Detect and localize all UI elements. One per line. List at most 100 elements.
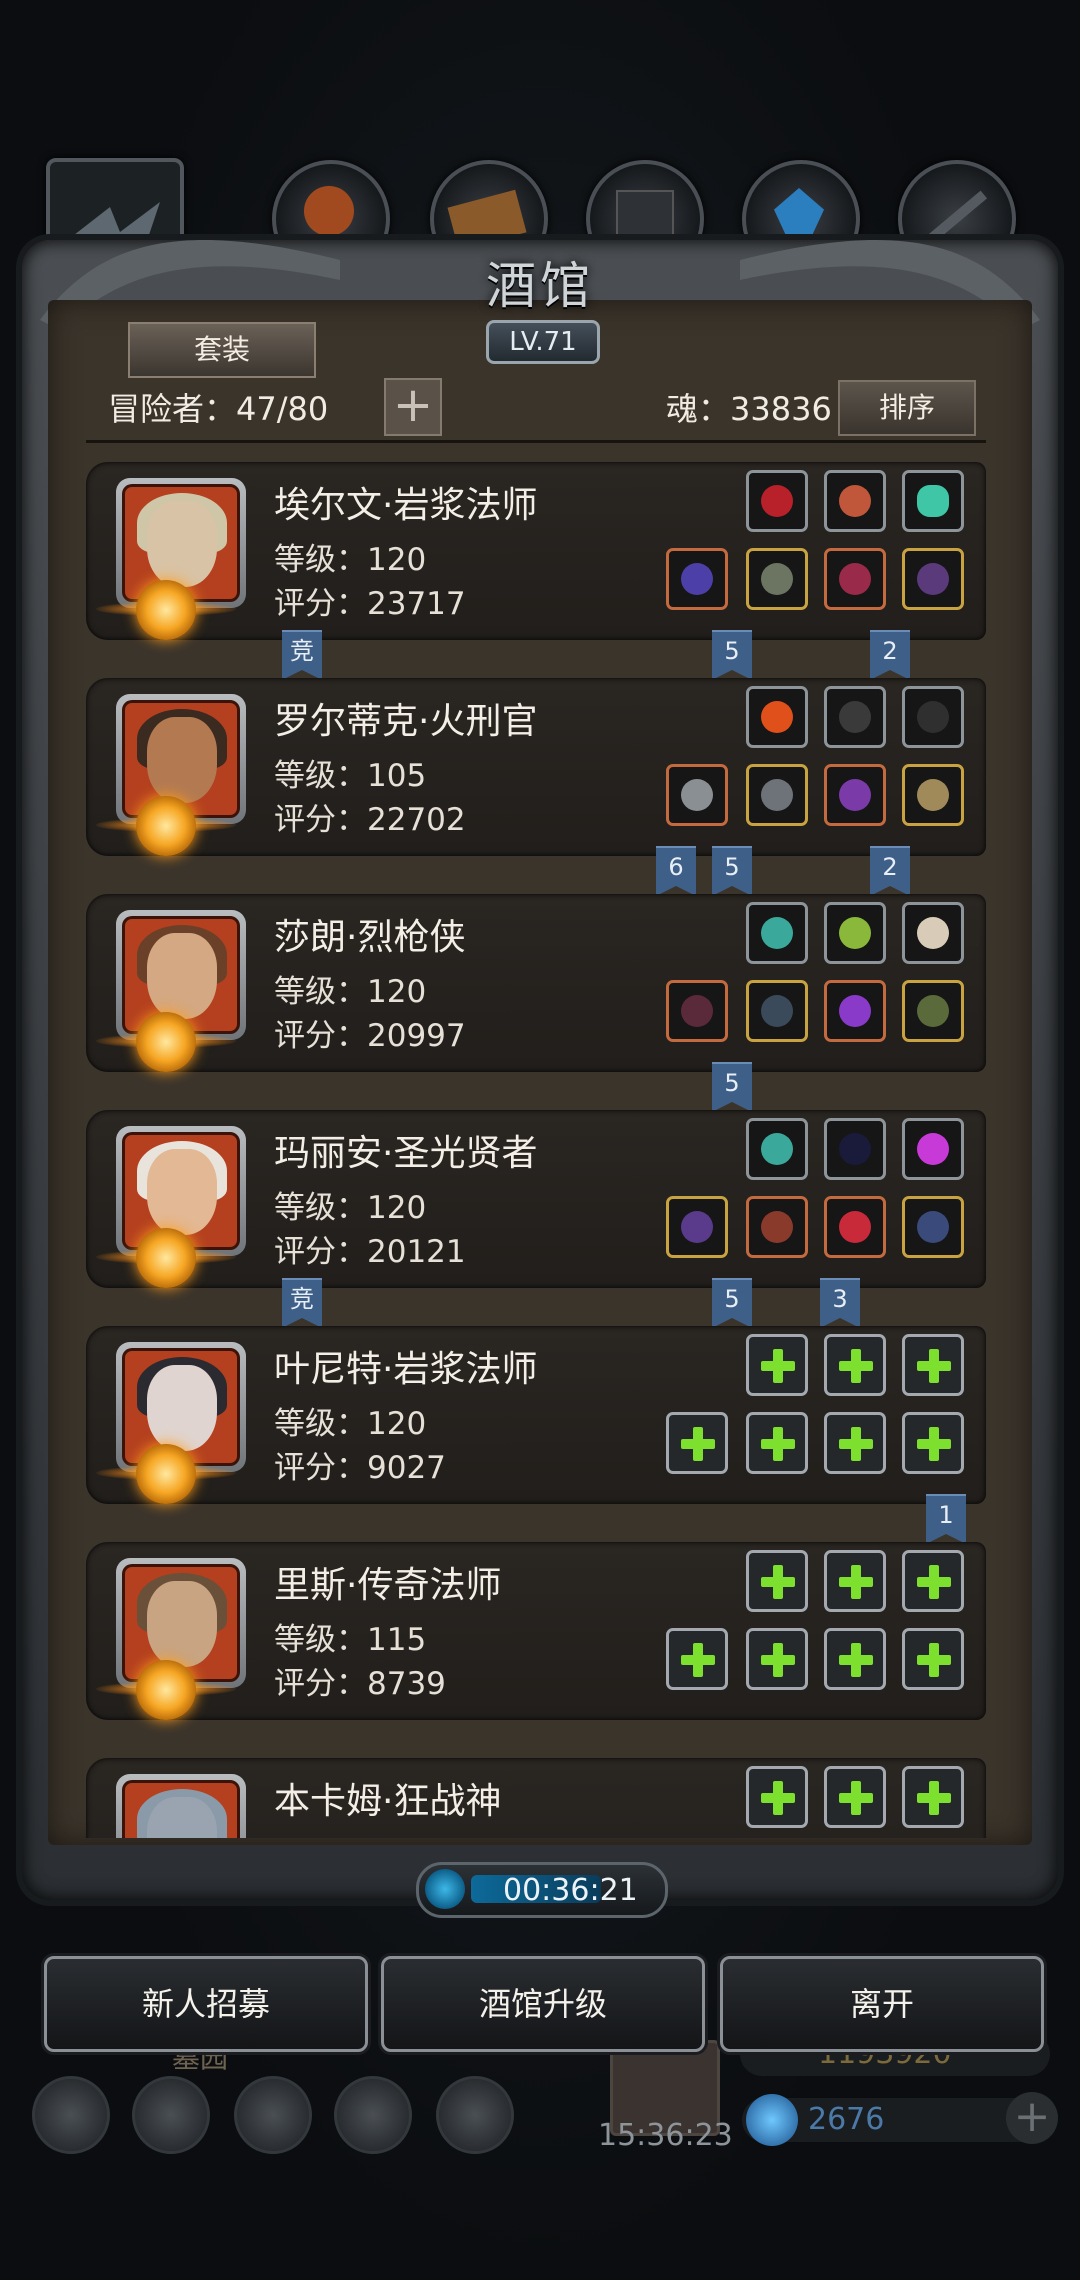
- rank-emblem-icon: [136, 796, 196, 856]
- mail-icon[interactable]: [334, 2076, 412, 2154]
- status-flag: 竞: [282, 630, 322, 680]
- bag-icon[interactable]: [436, 2076, 514, 2154]
- accessory-slot-2[interactable]: [824, 902, 886, 964]
- add-amulet-slot[interactable]: [824, 1412, 886, 1474]
- add-accessory-slot[interactable]: [746, 1334, 808, 1396]
- status-flag: 5: [712, 1278, 752, 1328]
- hero-score: 评分：20997: [274, 1018, 466, 1054]
- page-title: 酒馆: [486, 257, 594, 315]
- accessory-slot-1[interactable]: [746, 686, 808, 748]
- timer-text: 00:36:21: [503, 1873, 638, 1908]
- sort-button[interactable]: 排序: [838, 380, 976, 436]
- hero-card[interactable]: 里斯·传奇法师 等级：115 评分：8739: [86, 1542, 986, 1720]
- recruit-button[interactable]: 新人招募: [44, 1956, 368, 2052]
- tavern-level-badge: LV.71: [486, 320, 600, 364]
- divider: [86, 440, 986, 443]
- add-weapon-slot[interactable]: [666, 1412, 728, 1474]
- gem-icon: [746, 2094, 798, 2146]
- ring-slot[interactable]: [902, 980, 964, 1042]
- rank-emblem-icon: [136, 1012, 196, 1072]
- status-flag: 2: [870, 846, 910, 896]
- hero-score: 评分：23717: [274, 586, 466, 622]
- hero-card[interactable]: 埃尔文·岩浆法师 等级：120 评分：23717: [86, 462, 986, 640]
- clock-icon: [425, 1869, 465, 1909]
- accessory-slot-1[interactable]: [746, 1118, 808, 1180]
- weapon-slot[interactable]: [666, 764, 728, 826]
- add-armor-slot[interactable]: [746, 1628, 808, 1690]
- add-accessory-slot[interactable]: [902, 1766, 964, 1828]
- add-gem-button[interactable]: +: [1006, 2092, 1058, 2144]
- armor-slot[interactable]: [746, 548, 808, 610]
- hero-level: 等级：120: [274, 974, 427, 1010]
- accessory-slot-3[interactable]: [902, 902, 964, 964]
- star-icon[interactable]: [132, 2076, 210, 2154]
- amulet-slot[interactable]: [824, 1196, 886, 1258]
- rank-emblem-icon: [136, 1660, 196, 1720]
- accessory-slot-2[interactable]: [824, 686, 886, 748]
- weapon-slot[interactable]: [666, 1196, 728, 1258]
- accessory-slot-3[interactable]: [902, 686, 964, 748]
- settings-icon[interactable]: [32, 2076, 110, 2154]
- ring-slot[interactable]: [902, 1196, 964, 1258]
- ring-slot[interactable]: [902, 548, 964, 610]
- hero-portrait[interactable]: [116, 1774, 246, 1838]
- armor-slot[interactable]: [746, 980, 808, 1042]
- hero-name: 本卡姆·狂战神: [274, 1781, 502, 1822]
- add-ring-slot[interactable]: [902, 1628, 964, 1690]
- add-amulet-slot[interactable]: [824, 1628, 886, 1690]
- accessory-slot-2[interactable]: [824, 1118, 886, 1180]
- adventurer-count: 冒险者：47/80: [108, 390, 329, 428]
- add-accessory-slot[interactable]: [824, 1550, 886, 1612]
- leave-button[interactable]: 离开: [720, 1956, 1044, 2052]
- accessory-slot-3[interactable]: [902, 1118, 964, 1180]
- hero-level: 等级：115: [274, 1622, 427, 1658]
- accessory-slot-1[interactable]: [746, 902, 808, 964]
- accessory-slot-3[interactable]: [902, 470, 964, 532]
- hero-level: 等级：120: [274, 1406, 427, 1442]
- add-accessory-slot[interactable]: [824, 1334, 886, 1396]
- add-accessory-slot[interactable]: [746, 1766, 808, 1828]
- add-accessory-slot[interactable]: [902, 1334, 964, 1396]
- ring-slot[interactable]: [902, 764, 964, 826]
- add-ring-slot[interactable]: [902, 1412, 964, 1474]
- hero-level: 等级：120: [274, 542, 427, 578]
- amulet-slot[interactable]: [824, 980, 886, 1042]
- status-flag: 5: [712, 846, 752, 896]
- hero-card[interactable]: 叶尼特·岩浆法师 等级：120 评分：9027: [86, 1326, 986, 1504]
- hero-card[interactable]: 罗尔蒂克·火刑官 等级：105 评分：22702: [86, 678, 986, 856]
- status-flag: 1: [926, 1494, 966, 1544]
- accessory-slot-2[interactable]: [824, 470, 886, 532]
- upgrade-tavern-button[interactable]: 酒馆升级: [381, 1956, 705, 2052]
- status-flag: 竞: [282, 1278, 322, 1328]
- hero-level: 等级：120: [274, 1190, 427, 1226]
- add-armor-slot[interactable]: [746, 1412, 808, 1474]
- weapon-slot[interactable]: [666, 980, 728, 1042]
- amulet-slot[interactable]: [824, 764, 886, 826]
- rank-emblem-icon: [136, 580, 196, 640]
- armor-slot[interactable]: [746, 764, 808, 826]
- amulet-slot[interactable]: [824, 548, 886, 610]
- rank-emblem-icon: [136, 1228, 196, 1288]
- add-weapon-slot[interactable]: [666, 1628, 728, 1690]
- status-flag: 3: [820, 1278, 860, 1328]
- rank-emblem-icon: [136, 1444, 196, 1504]
- status-flag: 6: [656, 846, 696, 896]
- armor-slot[interactable]: [746, 1196, 808, 1258]
- set-button[interactable]: 套装: [128, 322, 316, 378]
- refresh-timer: 00:36:21: [416, 1862, 668, 1918]
- add-slot-button[interactable]: +: [384, 378, 442, 436]
- add-accessory-slot[interactable]: [746, 1550, 808, 1612]
- weapon-slot[interactable]: [666, 548, 728, 610]
- hero-name: 莎朗·烈枪侠: [274, 917, 466, 958]
- shop-icon[interactable]: [234, 2076, 312, 2154]
- accessory-slot-1[interactable]: [746, 470, 808, 532]
- hero-score: 评分：20121: [274, 1234, 466, 1270]
- soul-count: 魂：33836: [666, 390, 832, 428]
- hero-name: 罗尔蒂克·火刑官: [274, 701, 538, 742]
- add-accessory-slot[interactable]: [902, 1550, 964, 1612]
- hero-list[interactable]: 埃尔文·岩浆法师 等级：120 评分：23717 竞 5 2 罗尔蒂克·火刑官 …: [86, 458, 986, 1838]
- hero-card[interactable]: 玛丽安·圣光贤者 等级：120 评分：20121: [86, 1110, 986, 1288]
- hero-card[interactable]: 莎朗·烈枪侠 等级：120 评分：20997: [86, 894, 986, 1072]
- hero-card[interactable]: 本卡姆·狂战神: [86, 1758, 986, 1838]
- add-accessory-slot[interactable]: [824, 1766, 886, 1828]
